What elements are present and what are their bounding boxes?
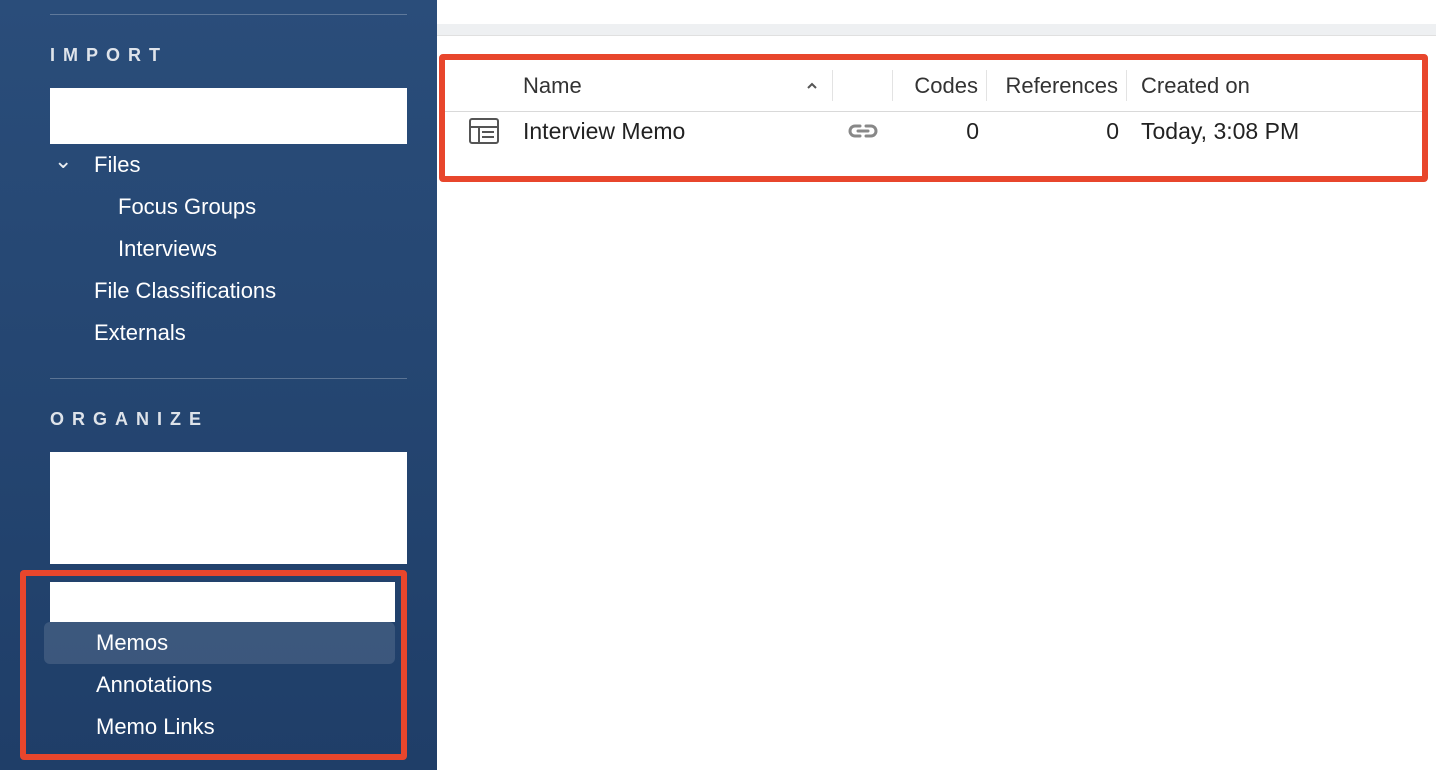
sidebar-item-label: Coding [96,476,192,508]
row-codes: 0 [966,118,979,145]
sidebar-item-memo-links[interactable]: Memo Links [44,706,395,748]
main-panel: Name Codes References Created on [437,0,1436,770]
sidebar-item-file-classifications[interactable]: File Classifications [50,270,407,312]
row-name: Interview Memo [523,118,685,145]
divider [50,378,407,379]
coding-icon [50,482,78,502]
chevron-right-icon [388,532,397,564]
sidebar-item-data[interactable]: Data [50,88,407,144]
sort-asc-icon [805,79,819,93]
sidebar-item-memos[interactable]: Memos [44,622,395,664]
sidebar-item-label: Cases [96,532,179,564]
sidebar-item-annotations[interactable]: Annotations [44,664,395,706]
toolbar-strip [437,24,1436,36]
sidebar-item-label: Memos [96,630,168,656]
sidebar-item-notes[interactable]: Notes [50,582,395,622]
section-label-import: IMPORT [50,45,407,66]
sidebar-item-label: Externals [94,320,186,346]
row-created-cell: Today, 3:08 PM [1127,118,1299,145]
sidebar-item-files[interactable]: Files [50,144,407,186]
row-created: Today, 3:08 PM [1141,118,1299,145]
chevron-down-icon [367,589,385,615]
row-refs-cell: 0 [987,126,1127,137]
col-header-label: Codes [914,73,978,99]
table-header: Name Codes References Created on [445,60,1422,112]
sidebar-item-cases[interactable]: Cases [50,508,407,564]
divider [50,14,407,15]
row-icon-cell [445,118,523,144]
col-link-spacer [833,70,893,101]
col-header-created[interactable]: Created on [1127,73,1250,99]
col-header-name[interactable]: Name [523,73,791,99]
chevron-right-icon [388,476,397,508]
chevron-down-icon [379,115,397,141]
col-sort-indicator[interactable] [791,70,833,101]
notes-highlight-box: Notes Memos Annotations Memo Links [20,570,407,760]
cases-icon [50,537,78,559]
sidebar-item-label: Interviews [118,236,217,262]
row-spacer [791,126,833,137]
sidebar-item-interviews[interactable]: Interviews [50,228,407,270]
sidebar-item-label: Annotations [96,672,212,698]
memo-icon [469,118,499,144]
sidebar-item-label: Data [96,112,157,144]
col-header-label: References [1005,73,1118,99]
col-header-label: Created on [1141,73,1250,99]
table-highlight-box: Name Codes References Created on [439,54,1428,182]
section-label-organize: ORGANIZE [50,409,407,430]
sidebar-item-label: Files [94,152,140,178]
row-refs: 0 [1106,118,1119,145]
table-row[interactable]: Interview Memo 0 0 Today, 3:08 PM [445,112,1422,176]
sidebar: IMPORT Data Files Focus Groups Interview… [0,0,437,770]
col-header-label: Name [523,73,582,99]
notes-icon [50,589,78,615]
sidebar-item-label: Focus Groups [118,194,256,220]
row-codes-cell: 0 [893,126,987,137]
sidebar-item-label: Memo Links [96,714,215,740]
chevron-down-icon [54,152,72,178]
row-name-cell: Interview Memo [523,118,791,145]
sidebar-item-focus-groups[interactable]: Focus Groups [50,186,407,228]
sidebar-item-externals[interactable]: Externals [50,312,407,354]
link-icon [846,122,880,140]
sidebar-item-label: Notes [96,586,174,618]
row-link-cell[interactable] [833,126,893,137]
data-icon [50,117,78,139]
sidebar-item-coding[interactable]: Coding [50,452,407,508]
col-header-codes[interactable]: Codes [893,70,987,101]
sidebar-item-label: File Classifications [94,278,276,304]
col-header-references[interactable]: References [987,70,1127,101]
